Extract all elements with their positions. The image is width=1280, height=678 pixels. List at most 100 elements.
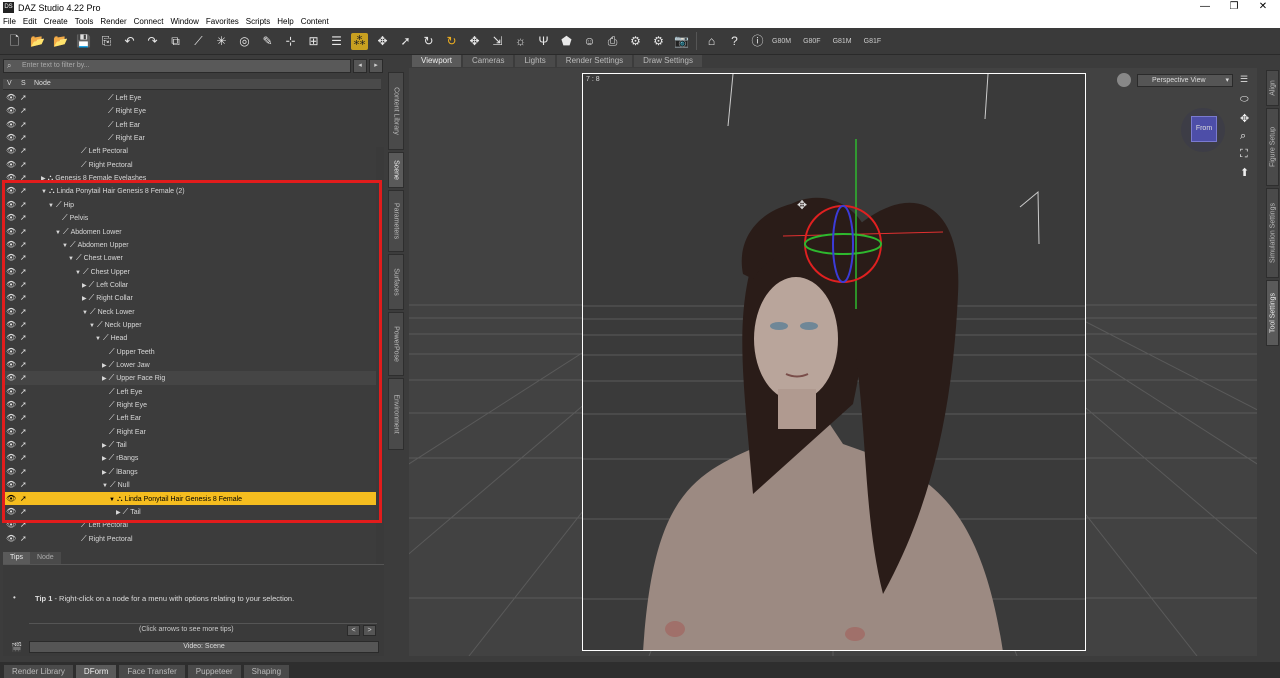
pose-tool-icon[interactable]: ✎: [259, 33, 276, 50]
whats-this-icon[interactable]: ?: [726, 33, 743, 50]
tree-node[interactable]: ⟋ Left Ear: [108, 118, 140, 132]
tab-viewport[interactable]: Viewport: [412, 55, 461, 67]
tree-row[interactable]: 👁 ➚ ⟋ Left Eye: [3, 91, 378, 104]
tab-surfaces[interactable]: Surfaces: [388, 254, 404, 310]
menu-content[interactable]: Content: [301, 17, 329, 26]
g80f-button[interactable]: G80F: [803, 38, 821, 45]
tree-row[interactable]: 👁 ➚ ⟋ Left Ear: [3, 118, 378, 131]
viewport-resize-handle[interactable]: [789, 652, 869, 656]
tab-figure-setup[interactable]: Figure Setup: [1266, 108, 1279, 186]
tree-row[interactable]: 👁 ➚ ⟋ Right Pectoral: [3, 532, 378, 545]
tree-row[interactable]: 👁 ➚ ⟋ Right Eye: [3, 104, 378, 117]
viewport[interactable]: ✥ 7 : 8 Perspective View ▾ ☰ From ⬭ ✥ ⌕ …: [409, 68, 1257, 656]
filter-input[interactable]: ⌕ Enter text to filter by...: [3, 59, 351, 73]
camera-tool-icon[interactable]: ⎙: [604, 33, 621, 50]
tab-render-library[interactable]: Render Library: [4, 665, 73, 678]
tab-shaping[interactable]: Shaping: [243, 665, 290, 678]
menu-render[interactable]: Render: [100, 17, 126, 26]
frame-icon[interactable]: ⛶: [1240, 148, 1248, 161]
reset-view-icon[interactable]: ⬆: [1240, 166, 1249, 179]
merge-icon[interactable]: 📂: [52, 33, 69, 50]
video-scene-button[interactable]: Video: Scene: [29, 641, 379, 653]
tree-node[interactable]: ⟋ Left Pectoral: [81, 144, 128, 158]
undo-icon[interactable]: ↶: [121, 33, 138, 50]
tab-align[interactable]: Align: [1266, 70, 1279, 106]
tab-lights[interactable]: Lights: [515, 55, 555, 67]
tree-node[interactable]: ⟋ Right Pectoral: [81, 532, 133, 545]
selectable-arrow-icon[interactable]: ➚: [20, 144, 27, 157]
scale-icon[interactable]: ⇲: [489, 33, 506, 50]
visibility-eye-icon[interactable]: 👁: [6, 91, 16, 104]
orbit-icon[interactable]: ⬭: [1240, 94, 1249, 105]
tree-node[interactable]: ⟋ Left Eye: [108, 91, 141, 105]
viewport-menu-icon[interactable]: ☰: [1240, 74, 1248, 85]
align-icon[interactable]: ⊞: [305, 33, 322, 50]
universal-tool-icon[interactable]: ✥: [374, 33, 391, 50]
new-scene-icon[interactable]: 🗋: [6, 33, 23, 50]
filter-back-button[interactable]: ◂: [353, 59, 367, 73]
menu-help[interactable]: Help: [277, 17, 293, 26]
list-icon[interactable]: ☰: [328, 33, 345, 50]
viewport-options-icon[interactable]: [1117, 73, 1131, 87]
region-nav-icon[interactable]: ◎: [236, 33, 253, 50]
tab-simulation-settings[interactable]: Simulation Settings: [1266, 188, 1279, 278]
tab-parameters[interactable]: Parameters: [388, 190, 404, 252]
node-tool-icon[interactable]: ⧉: [167, 33, 184, 50]
selectable-arrow-icon[interactable]: ➚: [20, 104, 27, 117]
filter-forward-button[interactable]: ▸: [369, 59, 383, 73]
menu-tools[interactable]: Tools: [75, 17, 94, 26]
menu-connect[interactable]: Connect: [134, 17, 164, 26]
selectable-arrow-icon[interactable]: ➚: [20, 118, 27, 131]
perspective-view-selector[interactable]: Perspective View ▾: [1137, 74, 1233, 87]
tree-row[interactable]: 👁 ➚ ⟋ Left Pectoral: [3, 144, 378, 157]
redo-icon[interactable]: ↷: [144, 33, 161, 50]
spotlight-tool-icon[interactable]: ☼: [512, 33, 529, 50]
tree-row[interactable]: 👁 ➚ ⟋ Right Ear: [3, 131, 378, 144]
visibility-eye-icon[interactable]: 👁: [6, 118, 16, 131]
tree-node[interactable]: ⟋ Right Pectoral: [81, 158, 133, 172]
active-pose-icon[interactable]: ⁂: [351, 32, 368, 50]
selectable-arrow-icon[interactable]: ➚: [20, 131, 27, 144]
tree-node[interactable]: ⟋ Right Ear: [108, 131, 145, 145]
tab-tool-settings[interactable]: Tool Settings: [1266, 280, 1279, 346]
column-node[interactable]: Node: [34, 80, 51, 87]
menu-edit[interactable]: Edit: [23, 17, 37, 26]
maximize-button[interactable]: ❐: [1219, 0, 1249, 15]
morph-tool-icon[interactable]: ⚙: [627, 33, 644, 50]
save-as-icon[interactable]: ⎘: [98, 33, 115, 50]
tree-node[interactable]: ⟋ Right Eye: [108, 104, 146, 118]
view-cube[interactable]: From: [1191, 116, 1217, 142]
tab-tips[interactable]: Tips: [3, 552, 30, 564]
figure-tool-icon[interactable]: ☺: [581, 33, 598, 50]
pan-icon[interactable]: ✥: [1240, 112, 1249, 125]
rotate-active-icon[interactable]: ↻: [443, 33, 460, 50]
g81f-button[interactable]: G81F: [864, 38, 882, 45]
daz-store-icon[interactable]: ⌂: [703, 33, 720, 50]
tab-cameras[interactable]: Cameras: [462, 55, 514, 67]
menu-file[interactable]: File: [3, 17, 16, 26]
translate-icon[interactable]: ✥: [466, 33, 483, 50]
tab-content-library[interactable]: Content Library: [388, 72, 404, 150]
brush-tool-icon[interactable]: Ψ: [535, 33, 552, 50]
visibility-eye-icon[interactable]: 👁: [6, 144, 16, 157]
visibility-eye-icon[interactable]: 👁: [6, 158, 16, 171]
menu-favorites[interactable]: Favorites: [206, 17, 239, 26]
render-icon[interactable]: 📷: [673, 33, 690, 50]
g81m-button[interactable]: G81M: [833, 38, 852, 45]
tree-row[interactable]: 👁 ➚ ⟋ Right Pectoral: [3, 158, 378, 171]
tab-render-settings[interactable]: Render Settings: [556, 55, 633, 67]
next-tip-button[interactable]: >: [363, 625, 376, 636]
save-icon[interactable]: 💾: [75, 33, 92, 50]
joint-editor-icon[interactable]: ⟋: [190, 33, 207, 50]
tab-face-transfer[interactable]: Face Transfer: [119, 665, 185, 678]
minimize-button[interactable]: —: [1190, 0, 1220, 15]
tab-scene[interactable]: Scene: [388, 152, 404, 188]
visibility-eye-icon[interactable]: 👁: [6, 104, 16, 117]
tab-node[interactable]: Node: [29, 552, 61, 564]
zoom-icon[interactable]: ⌕: [1240, 130, 1246, 143]
tab-powerpose[interactable]: PowerPose: [388, 312, 404, 376]
surface-tool-icon[interactable]: ⊹: [282, 33, 299, 50]
geometry-editor-icon[interactable]: ⬟: [558, 33, 575, 50]
tab-draw-settings[interactable]: Draw Settings: [634, 55, 702, 67]
visibility-eye-icon[interactable]: 👁: [6, 532, 16, 545]
